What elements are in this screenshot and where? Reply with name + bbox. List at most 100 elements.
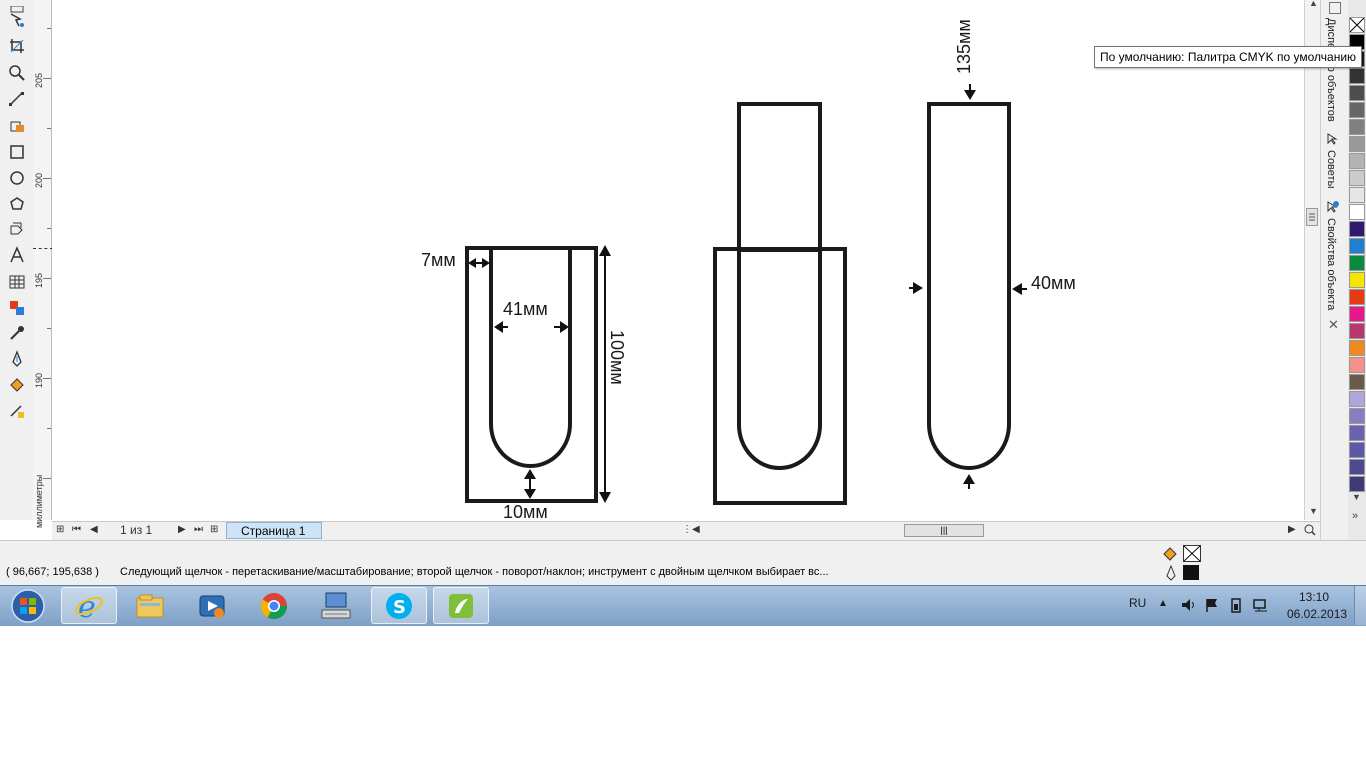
dimension-100mm: 100мм [607, 330, 627, 385]
palette-swatch[interactable] [1349, 374, 1365, 390]
palette-swatch[interactable] [1349, 476, 1365, 492]
fill-tool-icon[interactable] [6, 375, 28, 395]
first-page-icon[interactable]: ⏮ [72, 524, 81, 535]
show-hidden-icons-icon[interactable]: ▲ [1158, 598, 1168, 609]
no-color-swatch[interactable] [1349, 17, 1365, 33]
palette-swatch[interactable] [1349, 340, 1365, 356]
drawing-canvas[interactable]: 7мм 41мм 100мм 10мм 135мм 40мм [52, 0, 1304, 522]
polygon-tool-icon[interactable] [6, 194, 28, 214]
interactive-fill-tool-icon[interactable] [6, 401, 28, 421]
palette-swatch[interactable] [1349, 136, 1365, 152]
tab-object-manager[interactable]: Диспетчер объектов [1325, 18, 1337, 123]
text-tool-icon[interactable] [6, 245, 28, 265]
palette-swatch[interactable] [1349, 204, 1365, 220]
taskbar-coreldraw[interactable] [433, 587, 489, 624]
hscroll-right-arrow-icon[interactable]: ▶ [1288, 524, 1296, 535]
palette-swatch[interactable] [1349, 357, 1365, 373]
hscroll-thumb[interactable]: ||| [904, 524, 984, 537]
palette-swatch[interactable] [1349, 255, 1365, 271]
drawing-svg [465, 84, 1027, 505]
prev-page-icon[interactable]: ◀ [90, 524, 98, 535]
fill-indicator-icon[interactable] [1162, 545, 1178, 564]
palette-swatch[interactable] [1349, 221, 1365, 237]
palette-expand-icon[interactable]: » [1352, 510, 1358, 522]
outer-rectangle-2 [713, 247, 847, 505]
ellipse-tool-icon[interactable] [6, 168, 28, 188]
add-page-after-icon[interactable]: ⊞ [210, 524, 218, 535]
palette-swatch[interactable] [1349, 391, 1365, 407]
tips-icon [1326, 132, 1340, 149]
u-shape-2 [737, 250, 822, 470]
start-button[interactable] [2, 587, 54, 624]
palette-scroll-down-icon[interactable]: ▼ [1352, 492, 1361, 502]
blank-area-below-screen [0, 626, 1366, 768]
palette-swatch[interactable] [1349, 408, 1365, 424]
power-icon[interactable] [1228, 597, 1244, 616]
close-docker-icon[interactable]: ✕ [1328, 317, 1339, 333]
rectangle-tool-icon[interactable] [6, 142, 28, 162]
eyedropper-tool-icon[interactable] [6, 323, 28, 343]
scroll-thumb[interactable] [1306, 208, 1318, 226]
basic-shapes-tool-icon[interactable] [6, 219, 28, 239]
network-icon[interactable] [1252, 597, 1270, 616]
show-desktop-button[interactable] [1354, 586, 1366, 625]
palette-swatch[interactable] [1349, 187, 1365, 203]
table-tool-icon[interactable] [6, 272, 28, 292]
palette-swatch[interactable] [1349, 289, 1365, 305]
palette-swatch[interactable] [1349, 85, 1365, 101]
tab-page-1[interactable]: Страница 1 [226, 522, 322, 539]
outline-pen-indicator-icon[interactable] [1164, 564, 1178, 584]
next-page-icon[interactable]: ▶ [178, 524, 186, 535]
divider-handle[interactable]: ⋮ [682, 524, 692, 535]
outline-pen-tool-icon[interactable] [6, 349, 28, 369]
taskbar-remote-desktop[interactable] [308, 587, 364, 624]
smart-fill-tool-icon[interactable] [6, 115, 28, 135]
tab-tips[interactable]: Советы [1325, 150, 1337, 188]
palette-swatch[interactable] [1349, 425, 1365, 441]
toolbox [0, 0, 34, 520]
palette-swatch[interactable] [1349, 272, 1365, 288]
palette-swatch[interactable] [1349, 442, 1365, 458]
vertical-ruler[interactable]: 205 200 195 190 миллиметры [33, 0, 52, 528]
palette-swatch[interactable] [1349, 306, 1365, 322]
clock-date[interactable]: 06.02.2013 [1287, 607, 1347, 621]
palette-swatch[interactable] [1349, 170, 1365, 186]
palette-swatch[interactable] [1349, 323, 1365, 339]
scroll-down-arrow-icon[interactable]: ▼ [1309, 506, 1318, 516]
taskbar-explorer[interactable] [122, 587, 178, 624]
add-page-before-icon[interactable]: ⊞ [56, 524, 64, 535]
vertical-scrollbar[interactable]: ▲ ▼ [1304, 0, 1320, 520]
taskbar-media-player[interactable] [184, 587, 240, 624]
dimension-135mm: 135мм [954, 19, 974, 74]
clock-time[interactable]: 13:10 [1299, 590, 1329, 604]
language-indicator[interactable]: RU [1129, 596, 1146, 610]
palette-swatch[interactable] [1349, 153, 1365, 169]
zoom-tool-icon[interactable] [6, 63, 28, 83]
freehand-tool-icon[interactable] [6, 89, 28, 109]
blend-tool-icon[interactable] [6, 298, 28, 318]
docker-checkbox-icon[interactable] [1329, 2, 1341, 14]
taskbar-chrome[interactable] [246, 587, 302, 624]
volume-icon[interactable] [1180, 597, 1196, 616]
zoom-navigator-icon[interactable] [1304, 524, 1316, 539]
action-center-flag-icon[interactable] [1204, 597, 1220, 616]
hscroll-left-arrow-icon[interactable]: ◀ [692, 524, 700, 535]
taskbar-skype[interactable]: S [371, 587, 427, 624]
last-page-icon[interactable]: ⏭ [194, 524, 203, 535]
palette-swatch[interactable] [1349, 68, 1365, 84]
dimension-10mm: 10мм [503, 502, 548, 522]
outline-color-swatch[interactable] [1183, 565, 1199, 580]
scroll-up-arrow-icon[interactable]: ▲ [1309, 0, 1318, 8]
ruler-unit-label: миллиметры [34, 474, 44, 528]
taskbar-internet-explorer[interactable]: e [61, 587, 117, 624]
crop-tool-icon[interactable] [6, 36, 28, 56]
palette-swatch[interactable] [1349, 238, 1365, 254]
media-player-icon [199, 595, 225, 618]
shape-tool-icon[interactable] [6, 10, 28, 30]
palette-swatch[interactable] [1349, 459, 1365, 475]
palette-swatch[interactable] [1349, 102, 1365, 118]
palette-swatch[interactable] [1349, 119, 1365, 135]
tab-object-properties[interactable]: Свойства объекта [1325, 218, 1337, 310]
no-fill-swatch[interactable] [1183, 545, 1201, 562]
status-message: Следующий щелчок - перетаскивание/масшта… [120, 566, 829, 578]
